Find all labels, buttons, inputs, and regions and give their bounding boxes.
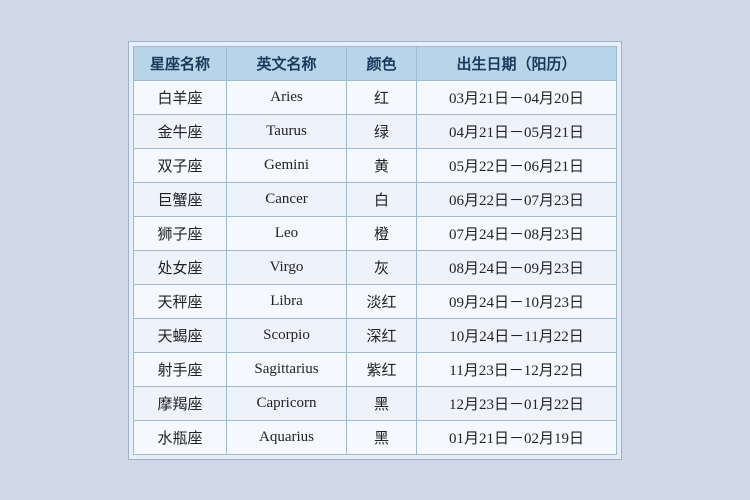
cell-date: 03月21日－04月20日 bbox=[417, 80, 617, 114]
cell-date: 06月22日－07月23日 bbox=[417, 182, 617, 216]
cell-english: Aquarius bbox=[227, 420, 347, 454]
zodiac-table: 星座名称 英文名称 颜色 出生日期（阳历） 白羊座Aries红03月21日－04… bbox=[133, 46, 617, 455]
table-header-row: 星座名称 英文名称 颜色 出生日期（阳历） bbox=[133, 46, 616, 80]
cell-color: 灰 bbox=[347, 250, 417, 284]
header-chinese: 星座名称 bbox=[133, 46, 226, 80]
cell-chinese: 摩羯座 bbox=[133, 386, 226, 420]
table-row: 金牛座Taurus绿04月21日－05月21日 bbox=[133, 114, 616, 148]
cell-chinese: 白羊座 bbox=[133, 80, 226, 114]
cell-english: Sagittarius bbox=[227, 352, 347, 386]
cell-color: 黑 bbox=[347, 420, 417, 454]
cell-date: 08月24日－09月23日 bbox=[417, 250, 617, 284]
table-row: 巨蟹座Cancer白06月22日－07月23日 bbox=[133, 182, 616, 216]
table-row: 处女座Virgo灰08月24日－09月23日 bbox=[133, 250, 616, 284]
cell-date: 07月24日－08月23日 bbox=[417, 216, 617, 250]
cell-english: Cancer bbox=[227, 182, 347, 216]
cell-english: Capricorn bbox=[227, 386, 347, 420]
cell-chinese: 水瓶座 bbox=[133, 420, 226, 454]
cell-color: 红 bbox=[347, 80, 417, 114]
cell-chinese: 金牛座 bbox=[133, 114, 226, 148]
cell-color: 黄 bbox=[347, 148, 417, 182]
cell-date: 09月24日－10月23日 bbox=[417, 284, 617, 318]
cell-english: Gemini bbox=[227, 148, 347, 182]
table-row: 摩羯座Capricorn黑12月23日－01月22日 bbox=[133, 386, 616, 420]
table-row: 射手座Sagittarius紫红11月23日－12月22日 bbox=[133, 352, 616, 386]
cell-color: 紫红 bbox=[347, 352, 417, 386]
cell-color: 深红 bbox=[347, 318, 417, 352]
cell-date: 12月23日－01月22日 bbox=[417, 386, 617, 420]
cell-color: 淡红 bbox=[347, 284, 417, 318]
cell-english: Aries bbox=[227, 80, 347, 114]
cell-color: 黑 bbox=[347, 386, 417, 420]
table-row: 水瓶座Aquarius黑01月21日－02月19日 bbox=[133, 420, 616, 454]
cell-english: Libra bbox=[227, 284, 347, 318]
cell-date: 04月21日－05月21日 bbox=[417, 114, 617, 148]
cell-chinese: 双子座 bbox=[133, 148, 226, 182]
table-row: 双子座Gemini黄05月22日－06月21日 bbox=[133, 148, 616, 182]
cell-color: 白 bbox=[347, 182, 417, 216]
cell-english: Virgo bbox=[227, 250, 347, 284]
cell-chinese: 天秤座 bbox=[133, 284, 226, 318]
zodiac-table-container: 星座名称 英文名称 颜色 出生日期（阳历） 白羊座Aries红03月21日－04… bbox=[128, 41, 622, 460]
table-row: 天蝎座Scorpio深红10月24日－11月22日 bbox=[133, 318, 616, 352]
cell-color: 绿 bbox=[347, 114, 417, 148]
table-row: 狮子座Leo橙07月24日－08月23日 bbox=[133, 216, 616, 250]
cell-english: Scorpio bbox=[227, 318, 347, 352]
cell-english: Taurus bbox=[227, 114, 347, 148]
table-row: 白羊座Aries红03月21日－04月20日 bbox=[133, 80, 616, 114]
cell-chinese: 巨蟹座 bbox=[133, 182, 226, 216]
cell-english: Leo bbox=[227, 216, 347, 250]
table-row: 天秤座Libra淡红09月24日－10月23日 bbox=[133, 284, 616, 318]
cell-chinese: 射手座 bbox=[133, 352, 226, 386]
cell-date: 01月21日－02月19日 bbox=[417, 420, 617, 454]
cell-chinese: 狮子座 bbox=[133, 216, 226, 250]
cell-date: 10月24日－11月22日 bbox=[417, 318, 617, 352]
cell-date: 05月22日－06月21日 bbox=[417, 148, 617, 182]
cell-chinese: 处女座 bbox=[133, 250, 226, 284]
table-body: 白羊座Aries红03月21日－04月20日金牛座Taurus绿04月21日－0… bbox=[133, 80, 616, 454]
cell-chinese: 天蝎座 bbox=[133, 318, 226, 352]
header-color: 颜色 bbox=[347, 46, 417, 80]
cell-color: 橙 bbox=[347, 216, 417, 250]
header-date: 出生日期（阳历） bbox=[417, 46, 617, 80]
cell-date: 11月23日－12月22日 bbox=[417, 352, 617, 386]
header-english: 英文名称 bbox=[227, 46, 347, 80]
